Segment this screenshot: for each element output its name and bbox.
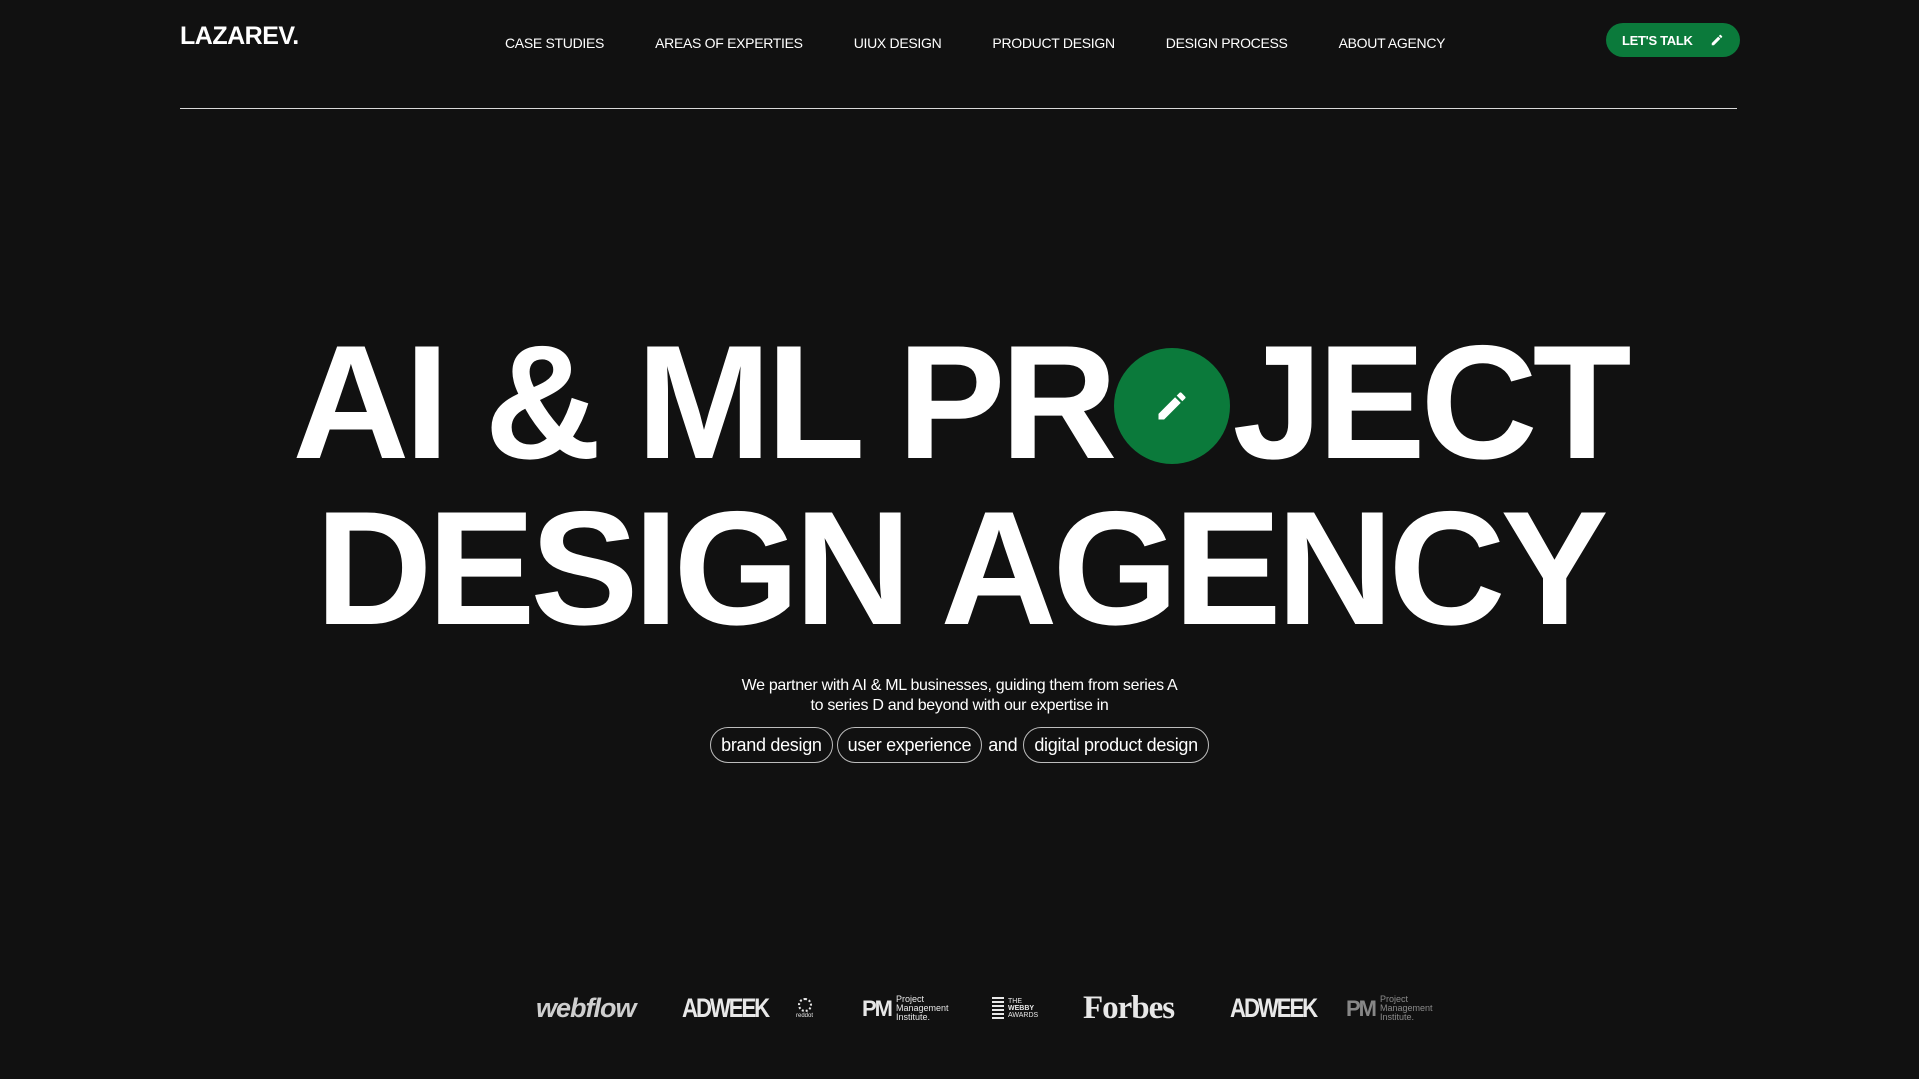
pencil-icon <box>1711 34 1723 46</box>
pmi-mark: PM <box>862 995 893 1021</box>
webflow-logo: webflow <box>536 992 636 1023</box>
webby-awards-logo: THE WEBBY AWARDS <box>992 988 1038 1028</box>
adweek-logo: ADWEEK <box>682 992 770 1023</box>
lets-talk-label: LET'S TALK <box>1622 32 1693 48</box>
nav-item-uiux-design[interactable]: UIUX DESIGN <box>854 35 942 51</box>
nav-item-design-process[interactable]: DESIGN PROCESS <box>1166 35 1288 51</box>
pill-connector: and <box>988 734 1018 755</box>
page: LAZAREV. CASE STUDIES AREAS OF EXPERTIES… <box>0 0 1919 1079</box>
pmi-logo: PM Project Management Institute. <box>862 988 949 1028</box>
adweek-logo: ADWEEK <box>1230 992 1318 1023</box>
nav-item-areas-of-expertise[interactable]: AREAS OF EXPERTIES <box>655 35 803 51</box>
reddot-icon <box>797 997 812 1012</box>
pill-brand-design[interactable]: brand design <box>710 727 833 763</box>
hero-title-line-1: AI & ML PR JECT <box>0 322 1919 484</box>
pmi-text-3: Institute. <box>1380 1011 1415 1022</box>
hero-title-part-2: JECT <box>1232 312 1631 493</box>
forbes-logo: Forbes <box>1083 989 1175 1026</box>
reddot-label: reddot <box>796 1012 814 1019</box>
main-nav: CASE STUDIES AREAS OF EXPERTIES UIUX DES… <box>505 35 1446 51</box>
pencil-icon <box>1158 392 1186 420</box>
site-logo[interactable]: LAZAREV. <box>180 22 299 51</box>
webby-text-2: WEBBY <box>1008 1004 1035 1012</box>
press-logos-strip: webflow ADWEEK reddot PM Project Managem… <box>480 988 1433 1028</box>
pmi-logo: PM Project Management Institute. <box>1346 988 1433 1028</box>
lets-talk-button[interactable]: LET'S TALK <box>1606 23 1740 57</box>
pmi-text-3: Institute. <box>896 1011 931 1022</box>
nav-item-about-agency[interactable]: ABOUT AGENCY <box>1339 35 1446 51</box>
webby-text-3: AWARDS <box>1008 1011 1039 1019</box>
hero-title-part-1: AI & ML PR <box>292 312 1117 493</box>
nav-item-case-studies[interactable]: CASE STUDIES <box>505 35 604 51</box>
hero-subtitle-line-2: to series D and beyond with our expertis… <box>810 697 1109 714</box>
pmi-mark: PM <box>1346 995 1377 1021</box>
nav-item-product-design[interactable]: PRODUCT DESIGN <box>992 35 1115 51</box>
pill-user-experience[interactable]: user experience <box>836 727 983 763</box>
webby-bars-icon <box>992 997 1004 1019</box>
hero-subtitle-line-1: We partner with AI & ML businesses, guid… <box>741 677 1178 694</box>
expertise-pills: brand design user experience and digital… <box>0 727 1919 763</box>
hero-pencil-circle[interactable] <box>1114 348 1231 464</box>
pill-digital-product-design[interactable]: digital product design <box>1023 727 1209 763</box>
reddot-logo: reddot <box>796 988 813 1028</box>
hero-subtitle: We partner with AI & ML businesses, guid… <box>0 676 1919 716</box>
webby-text-1: THE <box>1008 997 1022 1005</box>
hero-title-line-2: DESIGN AGENCY <box>315 478 1608 659</box>
header-divider <box>180 108 1737 109</box>
